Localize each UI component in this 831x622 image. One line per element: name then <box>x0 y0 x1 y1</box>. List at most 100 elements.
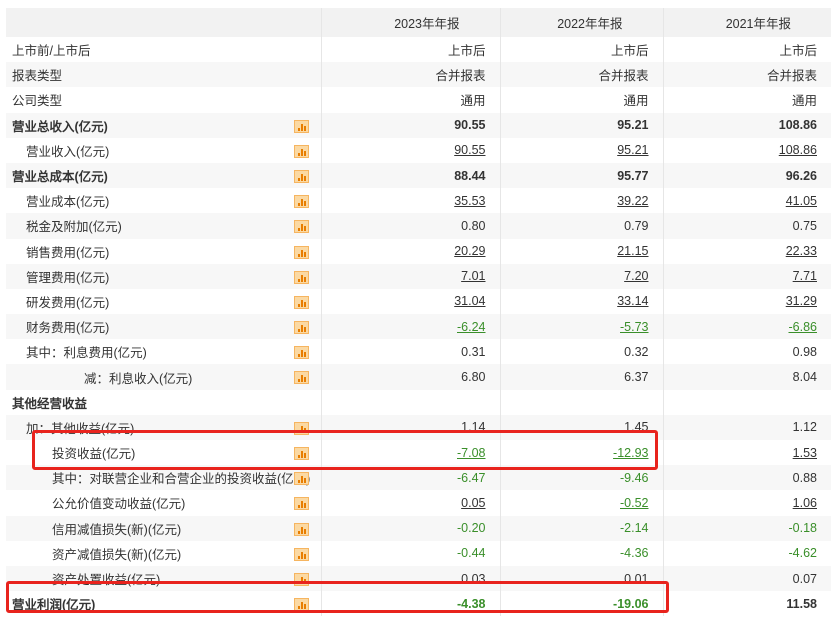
value-text[interactable]: 1.06 <box>793 496 817 510</box>
row-label: 资产减值损失(新)(亿元) <box>6 541 321 566</box>
cell-value[interactable]: 108.86 <box>662 137 831 163</box>
cell-value: 0.07 <box>662 565 831 592</box>
bar-chart-icon[interactable] <box>293 371 309 385</box>
bar-chart-icon[interactable] <box>293 295 309 309</box>
bar-chart-icon[interactable] <box>293 195 309 209</box>
value-text[interactable]: 21.15 <box>617 244 648 258</box>
value-text: 通用 <box>460 94 486 109</box>
cell-value[interactable]: 95.21 <box>499 137 663 163</box>
cell-value[interactable]: 21.15 <box>499 238 663 264</box>
row-label-text: 其他经营收益 <box>12 396 88 411</box>
value-text: 0.75 <box>792 218 817 233</box>
cell-value[interactable]: 7.71 <box>662 263 831 289</box>
bar-chart-icon[interactable] <box>293 270 309 284</box>
value-text[interactable]: -0.52 <box>620 496 649 510</box>
row-label-text: 上市前/上市后 <box>12 44 91 59</box>
value-text: -2.14 <box>620 521 649 536</box>
value-text[interactable]: 90.55 <box>454 143 485 157</box>
row-label-text: 公司类型 <box>12 94 63 109</box>
value-text[interactable]: 20.29 <box>454 244 485 258</box>
cell-value[interactable]: 31.29 <box>662 288 831 315</box>
bar-chart-icon[interactable] <box>293 346 309 360</box>
bar-chart-icon[interactable] <box>293 547 309 561</box>
cell-value[interactable]: 20.29 <box>320 238 500 264</box>
table-row: 减：利息收入(亿元) 6.80 6.37 8.04 <box>6 364 831 390</box>
cell-value[interactable]: 35.53 <box>320 188 500 214</box>
row-label: 营业成本(亿元) <box>6 188 321 213</box>
cell-value[interactable]: 31.04 <box>320 288 500 315</box>
row-label-text: 其中：利息费用(亿元) <box>26 346 147 361</box>
bar-chart-icon[interactable] <box>293 245 309 259</box>
bar-chart-icon[interactable] <box>293 497 309 511</box>
value-text[interactable]: -6.24 <box>457 320 486 334</box>
value-text[interactable]: 39.22 <box>617 194 648 208</box>
cell-value[interactable]: 90.55 <box>320 137 500 163</box>
value-text[interactable]: -5.73 <box>620 320 649 334</box>
cell-value[interactable]: 39.22 <box>499 188 663 214</box>
cell-value[interactable]: 41.05 <box>662 188 831 214</box>
value-text: 95.21 <box>617 118 649 133</box>
value-text: -4.36 <box>620 546 649 561</box>
header-2021[interactable]: 2021年年报 <box>662 8 831 37</box>
cell-value[interactable]: -5.73 <box>499 314 663 340</box>
value-text[interactable]: 33.14 <box>617 294 648 308</box>
cell-value[interactable]: -6.86 <box>662 314 831 340</box>
value-text: 6.80 <box>461 370 486 385</box>
cell-value[interactable]: 33.14 <box>499 288 663 315</box>
bar-chart-icon[interactable] <box>293 472 309 486</box>
bar-chart-icon[interactable] <box>293 169 309 183</box>
row-label-text: 营业收入(亿元) <box>26 144 110 159</box>
cell-value: 0.32 <box>499 339 663 365</box>
table-row: 资产减值损失(新)(亿元) -0.44 -4.36 -4.62 <box>6 540 831 566</box>
value-text[interactable]: 41.05 <box>786 194 817 208</box>
table-row: 营业收入(亿元) 90.55 95.21 108.86 <box>6 137 831 163</box>
value-text: 通用 <box>791 94 817 109</box>
row-label: 营业总成本(亿元) <box>6 162 321 189</box>
row-label: 其他经营收益 <box>6 390 321 415</box>
value-text[interactable]: 35.53 <box>454 194 485 208</box>
cell-value: 0.98 <box>662 339 831 365</box>
value-text[interactable]: 95.21 <box>617 143 648 157</box>
value-text[interactable]: 31.29 <box>786 294 817 308</box>
bar-chart-icon[interactable] <box>293 144 309 158</box>
cell-value[interactable]: 22.33 <box>662 238 831 264</box>
bar-chart-icon[interactable] <box>293 321 309 335</box>
value-text: 0.98 <box>792 344 817 359</box>
cell-value[interactable]: -6.24 <box>320 314 500 340</box>
value-text[interactable]: 7.71 <box>793 269 817 283</box>
value-text[interactable]: 108.86 <box>779 143 817 157</box>
value-text: -0.20 <box>457 521 486 536</box>
table-row: 信用减值损失(新)(亿元) -0.20 -2.14 -0.18 <box>6 515 831 541</box>
bar-chart-icon[interactable] <box>293 522 309 536</box>
value-text[interactable]: 0.05 <box>461 496 485 510</box>
value-text[interactable]: -6.86 <box>789 320 818 334</box>
highlight-box-investment-income <box>32 430 658 470</box>
cell-value[interactable]: 0.05 <box>320 490 500 516</box>
cell-value[interactable]: 1.53 <box>662 440 831 466</box>
cell-value[interactable]: 7.01 <box>320 263 500 289</box>
row-label: 报表类型 <box>6 62 321 88</box>
table-row: 营业成本(亿元) 35.53 39.22 41.05 <box>6 188 831 214</box>
bar-chart-icon[interactable] <box>293 220 309 234</box>
header-2023[interactable]: 2023年年报 <box>320 8 500 37</box>
row-label: 销售费用(亿元) <box>6 239 321 264</box>
cell-value: 通用 <box>499 87 663 113</box>
cell-value[interactable]: 1.06 <box>662 490 831 516</box>
value-text[interactable]: 31.04 <box>454 294 485 308</box>
cell-value: 上市后 <box>320 37 500 63</box>
value-text[interactable]: 7.20 <box>624 269 648 283</box>
value-text: 0.32 <box>624 344 649 359</box>
bar-chart-icon[interactable] <box>293 119 309 133</box>
value-text: 95.77 <box>617 168 649 183</box>
header-label <box>6 8 321 37</box>
cell-value <box>499 389 663 415</box>
cell-value[interactable]: -0.52 <box>499 490 663 516</box>
cell-value <box>662 389 831 415</box>
cell-value[interactable]: 7.20 <box>499 263 663 289</box>
header-2022[interactable]: 2022年年报 <box>499 8 663 37</box>
row-label-text: 营业总成本(亿元) <box>12 170 108 185</box>
value-text[interactable]: 1.53 <box>793 446 817 460</box>
cell-value: 合并报表 <box>320 62 500 88</box>
value-text[interactable]: 7.01 <box>461 269 485 283</box>
value-text[interactable]: 22.33 <box>786 244 817 258</box>
